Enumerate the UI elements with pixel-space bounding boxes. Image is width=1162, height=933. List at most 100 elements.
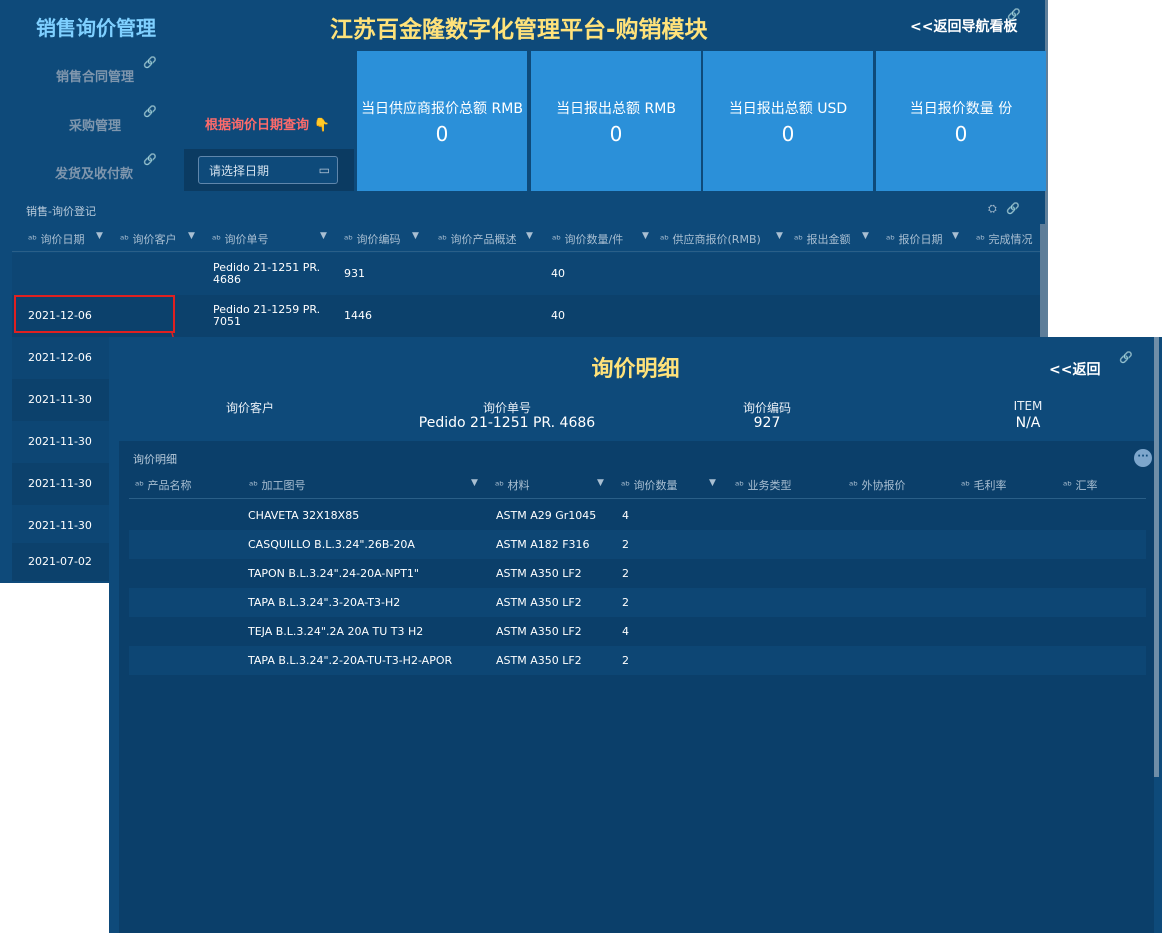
filter-icon[interactable]: ▼ xyxy=(526,231,533,241)
column-header[interactable]: ᵃᵇ 询价日期 xyxy=(28,231,85,247)
link-icon[interactable]: 🔗 xyxy=(1007,8,1021,21)
link-icon: 🔗 xyxy=(143,105,157,118)
detail-table-header: ᵃᵇ 产品名称 ᵃᵇ 加工图号 ▼ ᵃᵇ 材料 ▼ ᵃᵇ 询价数量 ▼ ᵃᵇ 业… xyxy=(129,469,1146,499)
filter-icon[interactable]: ▼ xyxy=(709,478,716,488)
filter-icon[interactable]: ▼ xyxy=(412,231,419,241)
filter-icon[interactable]: ▼ xyxy=(320,231,327,241)
column-header[interactable]: ᵃᵇ 询价数量 xyxy=(621,477,678,493)
kpi-value: 0 xyxy=(781,122,795,146)
link-icon: 🔗 xyxy=(143,153,157,166)
column-header[interactable]: ᵃᵇ 汇率 xyxy=(1063,477,1098,493)
column-header[interactable]: ᵃᵇ 业务类型 xyxy=(735,477,792,493)
date-picker-input[interactable]: 请选择日期 xyxy=(198,156,338,184)
column-header[interactable]: ᵃᵇ 完成情况 xyxy=(976,231,1033,247)
info-label: ITEM xyxy=(1013,399,1043,413)
inquiry-date[interactable]: 2021-11-30 xyxy=(12,463,109,505)
filter-icon[interactable]: ▼ xyxy=(188,231,195,241)
column-header[interactable]: ᵃᵇ 外协报价 xyxy=(849,477,906,493)
info-value: 927 xyxy=(753,415,781,431)
kpi-label: 当日报出总额 USD xyxy=(728,101,848,117)
drawing-number: CHAVETA 32X18X85 xyxy=(248,509,360,522)
link-icon[interactable]: 🔗 xyxy=(1119,351,1133,364)
inquiry-date[interactable]: 2021-11-30 xyxy=(12,505,109,543)
quantity: 4 xyxy=(622,509,629,522)
pointing-hand-icon: 👇 xyxy=(313,118,330,133)
column-header[interactable]: ᵃᵇ 产品名称 xyxy=(135,477,192,493)
quantity: 2 xyxy=(622,596,629,609)
filter-icon[interactable]: ▼ xyxy=(96,231,103,241)
sidebar-item-shipping-payment[interactable]: 发货及收付款 xyxy=(55,163,133,182)
link-icon: 🔗 xyxy=(143,56,157,69)
material: ASTM A350 LF2 xyxy=(496,596,582,609)
table-row[interactable]: TAPA B.L.3.24".3-20A-T3-H2 ASTM A350 LF2… xyxy=(129,588,1146,617)
column-header[interactable]: ᵃᵇ 询价编码 xyxy=(344,231,401,247)
table-row[interactable]: CHAVETA 32X18X85 ASTM A29 Gr1045 4 xyxy=(129,501,1146,530)
filter-icon[interactable]: ▼ xyxy=(597,478,604,488)
order-number: Pedido 21-1251 PR. 4686 xyxy=(213,261,321,286)
material: ASTM A350 LF2 xyxy=(496,625,582,638)
inquiry-date[interactable]: 2021-07-02 xyxy=(12,543,109,581)
link-icon[interactable]: 🔗 xyxy=(1006,202,1020,215)
inquiry-date[interactable]: 2021-11-30 xyxy=(12,421,109,463)
quantity: 2 xyxy=(622,538,629,551)
kpi-quoted-total-usd: 当日报出总额 USD 0 xyxy=(703,51,873,191)
sidebar-item-purchase[interactable]: 采购管理 xyxy=(69,115,121,134)
filter-icon[interactable]: ▼ xyxy=(471,478,478,488)
selection-highlight-box xyxy=(14,295,175,333)
kpi-supplier-quote-total-rmb: 当日供应商报价总额 RMB 0 xyxy=(357,51,527,191)
inquiry-code: 1446 xyxy=(344,309,372,322)
inquiry-date[interactable]: 2021-12-06 xyxy=(12,337,109,379)
column-header[interactable]: ᵃᵇ 报出金额 xyxy=(794,231,851,247)
material: ASTM A29 Gr1045 xyxy=(496,509,597,522)
kpi-value: 0 xyxy=(954,122,968,146)
material: ASTM A182 F316 xyxy=(496,538,590,551)
filter-icon[interactable]: ▼ xyxy=(776,231,783,241)
order-number: Pedido 21-1259 PR. 7051 xyxy=(213,303,321,328)
drawing-number: CASQUILLO B.L.3.24".26B-20A xyxy=(248,538,415,551)
column-header[interactable]: ᵃᵇ 毛利率 xyxy=(961,477,1007,493)
column-header[interactable]: ᵃᵇ 加工图号 xyxy=(249,477,306,493)
quantity: 2 xyxy=(622,567,629,580)
back-to-nav-board-link[interactable]: <<返回导航看板 xyxy=(910,16,1017,36)
kpi-label: 当日报出总额 RMB xyxy=(556,101,676,117)
inquiry-table-title: 销售-询价登记 xyxy=(26,205,96,218)
kpi-quote-count: 当日报价数量 份 0 xyxy=(876,51,1046,191)
column-header[interactable]: ᵃᵇ 供应商报价(RMB) xyxy=(660,231,761,247)
panel-tools: ⛭ 🔗 xyxy=(988,202,1020,216)
table-row[interactable]: TAPON B.L.3.24".24-20A-NPT1" ASTM A350 L… xyxy=(129,559,1146,588)
detail-title: 询价明细 xyxy=(591,357,680,382)
back-button[interactable]: <<返回 xyxy=(1049,359,1100,379)
detail-table-panel: 询价明细 ··· ᵃᵇ 产品名称 ᵃᵇ 加工图号 ▼ ᵃᵇ 材料 ▼ ᵃᵇ 询价… xyxy=(119,441,1154,933)
column-header[interactable]: ᵃᵇ 询价产品概述 xyxy=(438,231,517,247)
platform-title: 江苏百金隆数字化管理平台-购销模块 xyxy=(330,17,708,43)
inquiry-date[interactable]: 2021-11-30 xyxy=(12,379,109,421)
info-label: 询价编码 xyxy=(742,401,791,415)
inquiry-quantity: 40 xyxy=(551,309,565,322)
app-title: 销售询价管理 xyxy=(36,16,156,40)
column-header[interactable]: ᵃᵇ 询价客户 xyxy=(120,231,177,247)
filter-icon[interactable]: ▼ xyxy=(952,231,959,241)
material: ASTM A350 LF2 xyxy=(496,654,582,667)
calendar-icon[interactable]: ▭ xyxy=(319,163,330,177)
quantity: 4 xyxy=(622,625,629,638)
column-header[interactable]: ᵃᵇ 询价数量/件 xyxy=(552,231,623,247)
detail-scrollbar[interactable] xyxy=(1154,337,1159,777)
table-row[interactable]: TEJA B.L.3.24".2A 20A TU T3 H2 ASTM A350… xyxy=(129,617,1146,646)
inquiry-code: 931 xyxy=(344,267,365,280)
column-header[interactable]: ᵃᵇ 材料 xyxy=(495,477,530,493)
table-row[interactable]: TAPA B.L.3.24".2-20A-TU-T3-H2-APOR ASTM … xyxy=(129,646,1146,675)
kpi-label: 当日供应商报价总额 RMB xyxy=(361,101,523,117)
kpi-quoted-total-rmb: 当日报出总额 RMB 0 xyxy=(531,51,701,191)
table-row[interactable]: CASQUILLO B.L.3.24".26B-20A ASTM A182 F3… xyxy=(129,530,1146,559)
kpi-value: 0 xyxy=(435,122,449,146)
date-filter-container: 请选择日期 ▭ xyxy=(184,149,354,191)
sidebar-item-sales-contract[interactable]: 销售合同管理 xyxy=(56,66,134,85)
column-header[interactable]: ᵃᵇ 询价单号 xyxy=(212,231,269,247)
drawing-number: TAPA B.L.3.24".3-20A-T3-H2 xyxy=(248,596,401,609)
table-row[interactable]: Pedido 21-1251 PR. 4686 931 40 xyxy=(12,253,1040,295)
filter-icon[interactable]: ▼ xyxy=(642,231,649,241)
column-header[interactable]: ᵃᵇ 报价日期 xyxy=(886,231,943,247)
more-options-button[interactable]: ··· xyxy=(1134,449,1152,467)
filter-icon[interactable]: ▼ xyxy=(862,231,869,241)
hierarchy-icon[interactable]: ⛭ xyxy=(988,202,997,215)
